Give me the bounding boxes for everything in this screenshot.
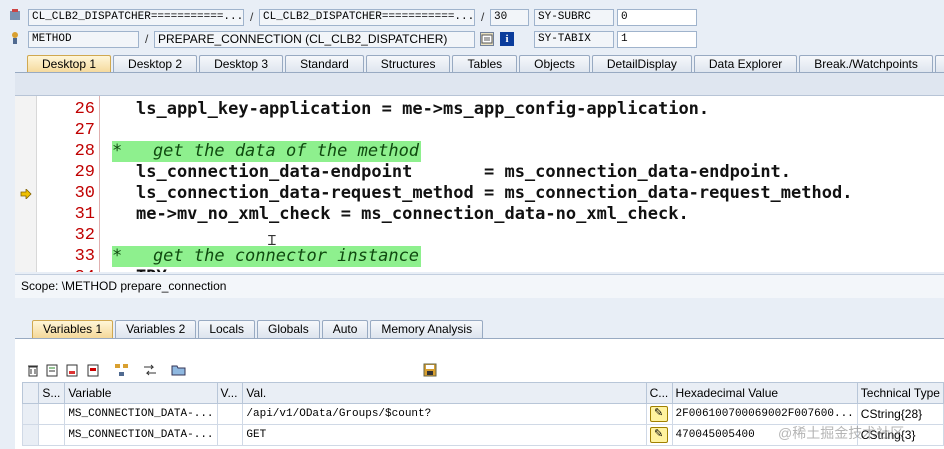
event-type-field[interactable]: METHOD: [28, 31, 139, 48]
v-cell: [216, 424, 244, 446]
method-icon: [8, 31, 22, 45]
event-name-field[interactable]: PREPARE_CONNECTION (CL_CLB2_DISPATCHER): [154, 31, 475, 48]
variables-tab-bar: Variables 1 Variables 2 Locals Globals Auto M…: [32, 319, 485, 338]
line-number: 27: [74, 121, 95, 140]
row-selector[interactable]: [21, 424, 40, 446]
append-row-icon[interactable]: [64, 362, 80, 378]
line-number: 28: [74, 142, 95, 161]
dispatcher-icon: [8, 8, 22, 22]
line-number: 30: [74, 184, 95, 203]
transfer-icon[interactable]: [142, 362, 158, 378]
scope-bar: Scope: \METHOD prepare_connection: [15, 274, 944, 298]
code-line[interactable]: TRY.: [136, 267, 177, 272]
tab-standard[interactable]: Standard: [285, 55, 364, 73]
column-header-hex[interactable]: Hexadecimal Value: [671, 382, 858, 404]
editor-toolbar: [15, 72, 944, 95]
separator: /: [145, 32, 149, 46]
include-field[interactable]: CL_CLB2_DISPATCHER===========...: [259, 9, 475, 26]
type-cell: CString{28}: [856, 403, 944, 425]
line-numbers: 26 27 28 29 30 31 32 3334: [37, 96, 100, 272]
structure-icon[interactable]: [114, 362, 130, 378]
column-header-change[interactable]: C...: [645, 382, 673, 404]
insert-row-icon[interactable]: [44, 362, 60, 378]
tab-desktop-1[interactable]: Desktop 1: [27, 55, 112, 73]
tab-variables-1[interactable]: Variables 1: [32, 320, 114, 338]
change-cell[interactable]: ✎: [645, 424, 673, 446]
status-cell: [38, 424, 66, 446]
text-cursor-icon: Ɪ: [268, 232, 276, 248]
tab-auto[interactable]: Auto: [321, 320, 369, 338]
line-number: 26: [74, 100, 95, 119]
current-statement-arrow-icon: [20, 188, 32, 202]
tab-globals[interactable]: Globals: [257, 320, 320, 338]
line-field[interactable]: 30: [490, 9, 529, 26]
column-header-value[interactable]: Val.: [242, 382, 647, 404]
code-line[interactable]: ls_connection_data-endpoint = ms_connect…: [136, 162, 791, 183]
column-header-variable[interactable]: Variable: [64, 382, 218, 404]
table-header-row: S... Variable V... Val. C... Hexadecimal…: [21, 382, 944, 404]
pencil-icon[interactable]: ✎: [649, 427, 668, 443]
line-number: 34: [45, 267, 95, 272]
table-row[interactable]: MS_CONNECTION_DATA-... /api/v1/OData/Gro…: [21, 403, 944, 425]
v-cell: [216, 403, 244, 425]
tab-locals[interactable]: Locals: [198, 320, 255, 338]
code-comment-line[interactable]: * get the connector instance: [112, 246, 422, 267]
folder-icon[interactable]: [171, 362, 187, 378]
value-cell[interactable]: GET: [242, 424, 647, 446]
line-number: 32: [74, 226, 95, 245]
sy-subrc-value[interactable]: 0: [617, 9, 697, 26]
sy-subrc-label: SY-SUBRC: [534, 9, 614, 26]
save-icon[interactable]: [422, 362, 438, 378]
tab-data-explorer[interactable]: Data Explorer: [693, 55, 798, 73]
separator: /: [481, 10, 485, 24]
row-selector[interactable]: [21, 403, 40, 425]
row-selector-header[interactable]: [21, 382, 40, 404]
variable-cell[interactable]: MS_CONNECTION_DATA-...: [64, 424, 218, 446]
sy-tabix-label: SY-TABIX: [534, 31, 614, 48]
tab-objects[interactable]: Objects: [519, 55, 590, 73]
tab-memory-analysis[interactable]: Memory Analysis: [370, 320, 484, 338]
code-line[interactable]: ls_connection_data-request_method = ms_c…: [136, 183, 852, 204]
line-number: 29: [74, 163, 95, 182]
separator: /: [250, 10, 254, 24]
line-number: 31: [74, 205, 95, 224]
pencil-icon[interactable]: ✎: [649, 406, 668, 422]
tab-desktop-2[interactable]: Desktop 2: [113, 55, 198, 73]
code-comment-line[interactable]: * get the data of the method: [112, 141, 422, 162]
program-field[interactable]: CL_CLB2_DISPATCHER===========...: [28, 9, 244, 26]
breakpoint-gutter[interactable]: [15, 96, 37, 272]
code-line[interactable]: me->mv_no_xml_check = ms_connection_data…: [136, 204, 689, 225]
delete-row-icon[interactable]: [85, 362, 101, 378]
tab-break-watchpoints[interactable]: Break./Watchpoints: [799, 55, 933, 73]
tab-tables[interactable]: Tables: [452, 55, 518, 73]
info-icon[interactable]: i: [500, 32, 514, 46]
scope-text: Scope: \METHOD prepare_connection: [21, 279, 227, 293]
tab-structures[interactable]: Structures: [365, 55, 451, 73]
delete-icon[interactable]: [25, 362, 41, 378]
column-header-type[interactable]: Technical Type: [856, 382, 944, 404]
sy-tabix-value[interactable]: 1: [617, 31, 697, 48]
line-number: 33: [74, 247, 95, 266]
variable-cell[interactable]: MS_CONNECTION_DATA-...: [64, 403, 218, 425]
tab-desktop-3[interactable]: Desktop 3: [199, 55, 284, 73]
column-header-status[interactable]: S...: [38, 382, 66, 404]
code-line[interactable]: ls_appl_key-application = me->ms_app_con…: [136, 99, 709, 120]
source-editor[interactable]: 26 27 28 29 30 31 32 3334 ls_appl_key-applicati…: [15, 95, 944, 272]
desktop-tab-bar: Desktop 1 Desktop 2 Desktop 3 Standard Struc…: [27, 54, 944, 73]
watermark: @稀土掘金技术社区: [778, 425, 905, 441]
tab-detaildisplay[interactable]: DetailDisplay: [591, 55, 692, 73]
hex-cell: 2F006100700069002F007600...: [671, 403, 858, 425]
tab-variables-2[interactable]: Variables 2: [115, 320, 197, 338]
value-cell[interactable]: /api/v1/OData/Groups/$count?: [242, 403, 647, 425]
status-cell: [38, 403, 66, 425]
column-header-v[interactable]: V...: [216, 382, 244, 404]
source-code-icon[interactable]: [480, 32, 494, 46]
change-cell[interactable]: ✎: [645, 403, 673, 425]
tab-diff[interactable]: Diff: [934, 55, 944, 73]
